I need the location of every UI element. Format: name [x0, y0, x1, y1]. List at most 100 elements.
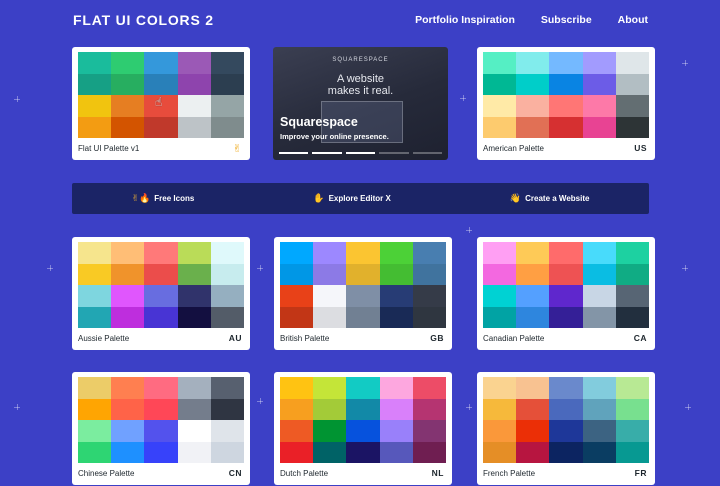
color-swatch[interactable] — [177, 441, 211, 463]
color-swatch[interactable] — [177, 73, 211, 95]
color-swatch[interactable] — [210, 420, 244, 442]
color-swatch[interactable] — [111, 377, 145, 399]
palette-card-dutch[interactable]: Dutch Palette NL — [274, 372, 452, 485]
color-swatch[interactable] — [313, 263, 347, 285]
color-swatch[interactable] — [516, 242, 550, 264]
color-swatch[interactable] — [483, 95, 517, 117]
color-swatch[interactable] — [177, 116, 211, 138]
color-swatch[interactable] — [549, 306, 583, 328]
color-swatch[interactable] — [280, 398, 314, 420]
color-swatch[interactable] — [615, 116, 649, 138]
color-swatch[interactable] — [313, 377, 347, 399]
color-swatch[interactable] — [111, 242, 145, 264]
color-swatch[interactable] — [582, 306, 616, 328]
color-swatch[interactable] — [516, 441, 550, 463]
color-swatch[interactable] — [516, 116, 550, 138]
color-swatch[interactable] — [483, 306, 517, 328]
color-swatch[interactable] — [280, 285, 314, 307]
nav-link-about[interactable]: About — [618, 14, 648, 26]
color-swatch[interactable] — [177, 398, 211, 420]
banner-link-explore-editor-x[interactable]: ✋ Explore Editor X — [313, 193, 390, 204]
color-swatch[interactable] — [412, 306, 446, 328]
color-swatch[interactable] — [210, 398, 244, 420]
color-swatch[interactable] — [483, 420, 517, 442]
color-swatch[interactable] — [582, 420, 616, 442]
color-swatch[interactable] — [549, 116, 583, 138]
color-swatch[interactable] — [582, 441, 616, 463]
color-swatch[interactable] — [615, 242, 649, 264]
color-swatch[interactable] — [177, 263, 211, 285]
color-swatch[interactable] — [549, 73, 583, 95]
banner-link-free-icons[interactable]: ✌🔥 Free Icons — [132, 193, 195, 204]
color-swatch[interactable] — [582, 95, 616, 117]
color-swatch[interactable] — [549, 285, 583, 307]
color-swatch[interactable] — [379, 377, 413, 399]
nav-link-subscribe[interactable]: Subscribe — [541, 14, 592, 26]
nav-link-portfolio-inspiration[interactable]: Portfolio Inspiration — [415, 14, 515, 26]
color-swatch[interactable] — [582, 242, 616, 264]
color-swatch[interactable] — [615, 377, 649, 399]
color-swatch[interactable] — [177, 285, 211, 307]
color-swatch[interactable] — [582, 116, 616, 138]
color-swatch[interactable] — [111, 420, 145, 442]
color-swatch[interactable] — [280, 420, 314, 442]
color-swatch[interactable] — [144, 263, 178, 285]
color-swatch[interactable] — [412, 263, 446, 285]
color-swatch[interactable] — [483, 242, 517, 264]
color-swatch[interactable] — [549, 420, 583, 442]
color-swatch[interactable] — [346, 306, 380, 328]
color-swatch[interactable] — [78, 377, 112, 399]
color-swatch[interactable] — [483, 377, 517, 399]
color-swatch[interactable] — [280, 306, 314, 328]
color-swatch[interactable] — [111, 263, 145, 285]
color-swatch[interactable] — [177, 306, 211, 328]
color-swatch[interactable] — [582, 52, 616, 74]
color-swatch[interactable] — [582, 377, 616, 399]
color-swatch[interactable] — [144, 242, 178, 264]
color-swatch[interactable] — [313, 420, 347, 442]
color-swatch[interactable] — [379, 420, 413, 442]
color-swatch[interactable] — [210, 95, 244, 117]
color-swatch[interactable] — [615, 441, 649, 463]
color-swatch[interactable] — [412, 242, 446, 264]
palette-card-chinese[interactable]: Chinese Palette CN — [72, 372, 250, 485]
color-swatch[interactable] — [78, 441, 112, 463]
color-swatch[interactable] — [78, 73, 112, 95]
color-swatch[interactable] — [615, 398, 649, 420]
color-swatch[interactable] — [144, 377, 178, 399]
color-swatch[interactable] — [615, 285, 649, 307]
palette-card-american[interactable]: American Palette US — [477, 47, 655, 160]
color-swatch[interactable] — [210, 242, 244, 264]
color-swatch[interactable] — [615, 52, 649, 74]
color-swatch[interactable] — [549, 263, 583, 285]
color-swatch[interactable] — [516, 285, 550, 307]
color-swatch[interactable] — [210, 377, 244, 399]
color-swatch[interactable] — [177, 377, 211, 399]
color-swatch[interactable] — [280, 377, 314, 399]
color-swatch[interactable] — [210, 441, 244, 463]
color-swatch[interactable] — [78, 263, 112, 285]
color-swatch[interactable] — [111, 285, 145, 307]
color-swatch[interactable] — [582, 73, 616, 95]
color-swatch[interactable] — [346, 263, 380, 285]
color-swatch[interactable] — [144, 420, 178, 442]
banner-link-create-website[interactable]: 👋 Create a Website — [510, 193, 590, 204]
color-swatch[interactable] — [78, 116, 112, 138]
color-swatch[interactable] — [615, 263, 649, 285]
palette-card-canadian[interactable]: Canadian Palette CA — [477, 237, 655, 350]
color-swatch[interactable] — [280, 441, 314, 463]
color-swatch[interactable] — [78, 306, 112, 328]
color-swatch[interactable] — [516, 306, 550, 328]
color-swatch[interactable] — [144, 441, 178, 463]
color-swatch[interactable] — [78, 242, 112, 264]
color-swatch[interactable] — [483, 52, 517, 74]
color-swatch[interactable] — [483, 398, 517, 420]
palette-card-british[interactable]: British Palette GB — [274, 237, 452, 350]
color-swatch[interactable] — [615, 73, 649, 95]
color-swatch[interactable] — [313, 306, 347, 328]
color-swatch[interactable] — [346, 242, 380, 264]
color-swatch[interactable] — [111, 116, 145, 138]
color-swatch[interactable] — [346, 377, 380, 399]
color-swatch[interactable] — [313, 285, 347, 307]
color-swatch[interactable] — [177, 95, 211, 117]
